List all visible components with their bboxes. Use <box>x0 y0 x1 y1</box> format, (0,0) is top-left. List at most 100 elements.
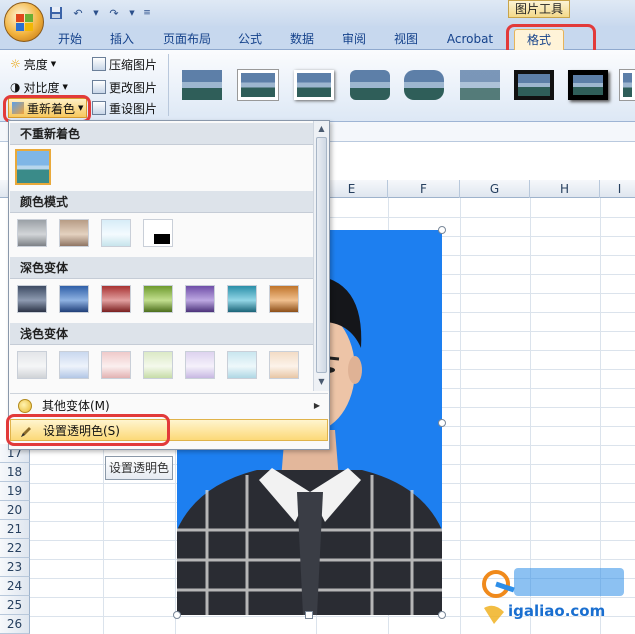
row-header[interactable]: 22 <box>0 539 30 558</box>
brightness-button[interactable]: ☼ 亮度 ▼ <box>10 54 56 74</box>
sepia-swatch[interactable] <box>59 219 89 247</box>
light-variation-swatch[interactable] <box>143 351 173 379</box>
black-white-shape <box>154 234 170 244</box>
black-white-swatch[interactable] <box>143 219 173 247</box>
watermark-logo-icon <box>482 568 624 624</box>
reset-picture-button[interactable]: 重设图片 <box>92 98 157 118</box>
chevron-down-icon: ▼ <box>62 83 68 91</box>
resize-handle[interactable] <box>173 611 181 619</box>
picture-style-thumb[interactable] <box>294 70 334 100</box>
picture-style-thumb[interactable] <box>460 70 500 100</box>
menu-divider <box>10 393 328 394</box>
gallery-scrollbar[interactable]: ▲ ▼ <box>313 121 329 391</box>
recolor-highlight-ring <box>3 95 91 123</box>
submenu-arrow-icon: ▶ <box>313 401 320 410</box>
resize-handle[interactable] <box>438 611 446 619</box>
picture-styles-gallery <box>172 54 635 116</box>
column-header-f[interactable]: F <box>388 180 460 198</box>
light-variation-swatch[interactable] <box>59 351 89 379</box>
change-label: 更改图片 <box>109 80 158 95</box>
quick-access-toolbar: ↶ ▼ ↷ ▼ ≡ <box>48 4 152 22</box>
brightness-label: 亮度 <box>23 57 48 72</box>
dropdown-arrow-icon[interactable]: ▼ <box>92 5 100 21</box>
row-header[interactable]: 21 <box>0 520 30 539</box>
contrast-button[interactable]: ◑ 对比度 ▼ <box>10 77 68 97</box>
redo-icon[interactable]: ↷ <box>106 5 122 21</box>
dark-variation-swatch[interactable] <box>59 285 89 313</box>
light-variation-swatch[interactable] <box>17 351 47 379</box>
tooltip-set-transparent: 设置透明色 <box>105 456 173 480</box>
dark-variation-swatch[interactable] <box>269 285 299 313</box>
set-transparent-highlight-ring <box>6 414 170 446</box>
contrast-icon: ◑ <box>10 80 21 94</box>
section-color-modes: 颜色模式 <box>10 191 315 213</box>
compress-label: 压缩图片 <box>109 57 158 72</box>
row-header[interactable]: 25 <box>0 596 30 615</box>
picture-style-thumb[interactable] <box>620 70 635 100</box>
resize-handle[interactable] <box>438 226 446 234</box>
grayscale-swatch[interactable] <box>17 219 47 247</box>
group-divider <box>168 54 169 116</box>
column-header-h[interactable]: H <box>530 180 600 198</box>
ribbon-format: ☼ 亮度 ▼ ◑ 对比度 ▼ 重新着色 ▼ 压缩图片 更改图片 重设图片 <box>0 50 635 123</box>
picture-style-thumb[interactable] <box>514 70 554 100</box>
customize-qat-icon[interactable]: ≡ <box>142 5 152 21</box>
row-header[interactable]: 19 <box>0 482 30 501</box>
light-variation-swatch[interactable] <box>227 351 257 379</box>
tab-data[interactable]: 数据 <box>280 29 324 50</box>
dark-variation-swatch[interactable] <box>227 285 257 313</box>
picture-style-thumb[interactable] <box>182 70 222 100</box>
compress-pictures-button[interactable]: 压缩图片 <box>92 54 157 74</box>
section-dark-variations: 深色变体 <box>10 257 315 279</box>
tab-page-layout[interactable]: 页面布局 <box>155 29 219 50</box>
picture-style-thumb[interactable] <box>238 70 278 100</box>
section-light-variations: 浅色变体 <box>10 323 315 345</box>
picture-tools-context-label: 图片工具 <box>508 0 570 18</box>
office-logo-icon <box>16 14 34 32</box>
light-variation-swatch[interactable] <box>185 351 215 379</box>
picture-style-thumb[interactable] <box>568 70 608 100</box>
light-variation-swatch[interactable] <box>269 351 299 379</box>
scroll-up-icon[interactable]: ▲ <box>314 122 329 136</box>
dropdown-arrow-icon[interactable]: ▼ <box>128 5 136 21</box>
dark-variation-swatch[interactable] <box>143 285 173 313</box>
row-header[interactable]: 23 <box>0 558 30 577</box>
scroll-thumb[interactable] <box>316 137 327 373</box>
tab-acrobat[interactable]: Acrobat <box>440 29 500 50</box>
column-header-g[interactable]: G <box>460 180 530 198</box>
brightness-icon: ☼ <box>10 57 21 71</box>
site-watermark: igaliao.com <box>474 566 635 632</box>
tab-insert[interactable]: 插入 <box>100 29 144 50</box>
picture-style-thumb[interactable] <box>404 70 444 100</box>
recolor-dropdown: 不重新着色 颜色模式 深色变体 浅色变体 ▲ ▼ 其他变体(M) ▶ 设置透明色… <box>8 120 330 450</box>
row-header[interactable]: 24 <box>0 577 30 596</box>
undo-icon[interactable]: ↶ <box>70 5 86 21</box>
dark-variation-swatch[interactable] <box>17 285 47 313</box>
dark-variation-swatch[interactable] <box>185 285 215 313</box>
tab-review[interactable]: 审阅 <box>332 29 376 50</box>
office-button[interactable] <box>4 2 44 42</box>
resize-handle[interactable] <box>438 419 446 427</box>
light-variation-swatch[interactable] <box>101 351 131 379</box>
compress-icon <box>92 57 106 71</box>
tab-view[interactable]: 视图 <box>384 29 428 50</box>
contrast-label: 对比度 <box>23 80 60 95</box>
tab-home[interactable]: 开始 <box>48 29 92 50</box>
gridline <box>460 198 461 634</box>
no-recolor-swatch[interactable] <box>15 149 51 185</box>
column-header-i[interactable]: I <box>600 180 635 198</box>
resize-handle[interactable] <box>305 611 313 619</box>
picture-style-thumb[interactable] <box>350 70 390 100</box>
dark-variation-swatch[interactable] <box>101 285 131 313</box>
row-header[interactable]: 18 <box>0 463 30 482</box>
washout-swatch[interactable] <box>101 219 131 247</box>
reset-picture-icon <box>92 101 106 115</box>
change-picture-button[interactable]: 更改图片 <box>92 77 157 97</box>
section-no-recolor: 不重新着色 <box>10 123 315 145</box>
scroll-down-icon[interactable]: ▼ <box>314 375 329 389</box>
tab-formulas[interactable]: 公式 <box>228 29 272 50</box>
reset-label: 重设图片 <box>109 101 158 116</box>
row-header[interactable]: 20 <box>0 501 30 520</box>
save-icon[interactable] <box>48 5 64 21</box>
row-header[interactable]: 26 <box>0 615 30 634</box>
